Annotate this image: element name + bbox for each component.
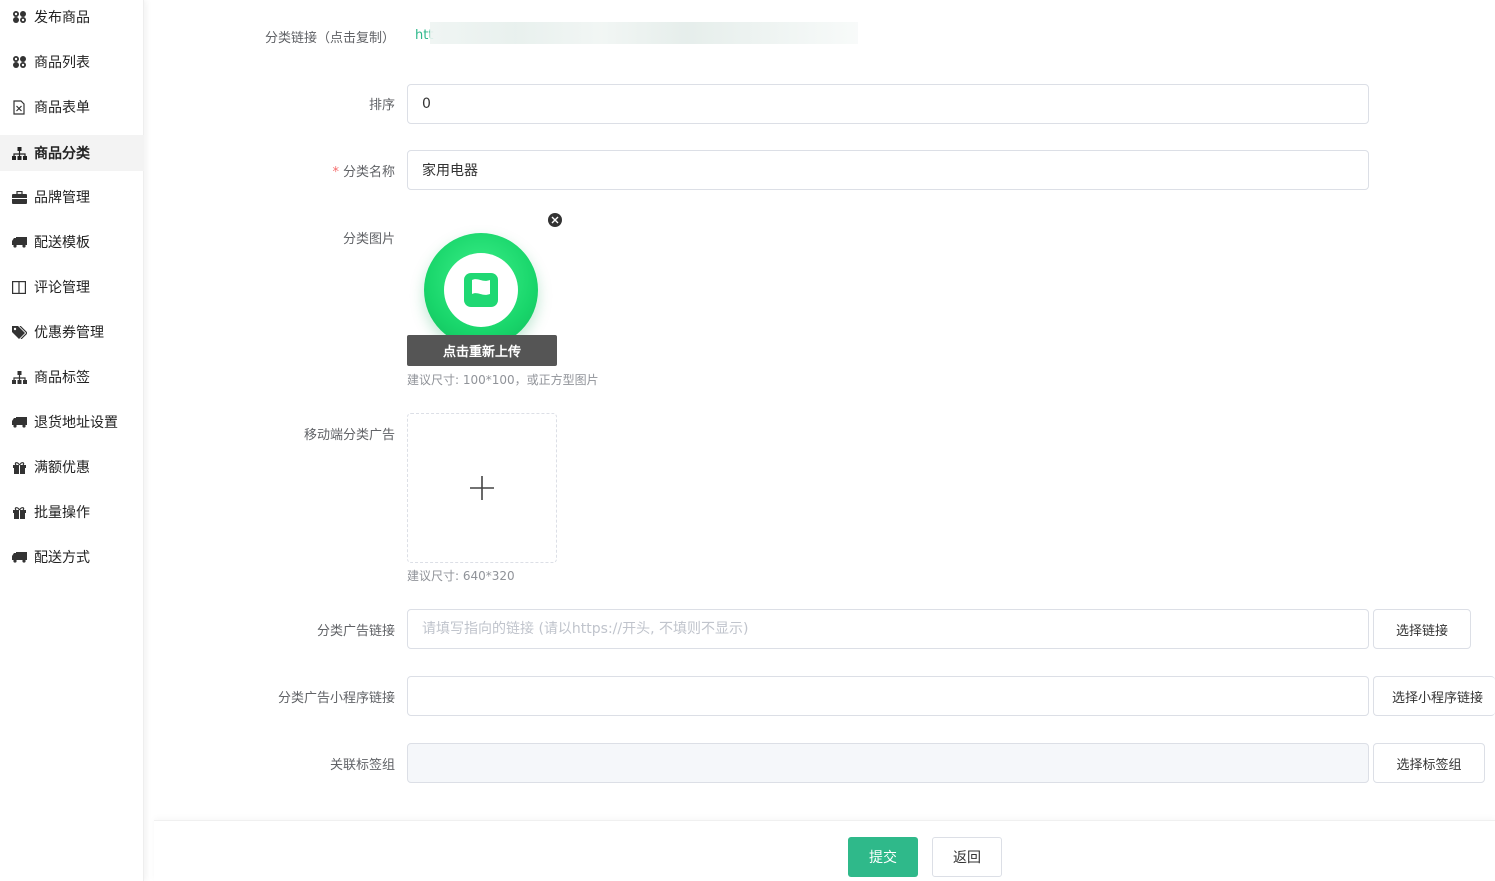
truck-icon	[11, 234, 27, 250]
sidebar-item-goods-category[interactable]: 商品分类	[0, 135, 144, 171]
sidebar-item-label: 发布商品	[34, 10, 90, 26]
flag-icon	[464, 273, 498, 307]
sidebar-item-delivery-template[interactable]: 配送模板	[0, 224, 144, 260]
sidebar-item-goods-tags[interactable]: 商品标签	[0, 359, 144, 395]
mobile-ad-label: 移动端分类广告	[303, 428, 395, 443]
select-mini-program-link-button[interactable]: 选择小程序链接	[1373, 676, 1495, 716]
required-mark: *	[332, 165, 339, 180]
sidebar-item-return-address[interactable]: 退货地址设置	[0, 404, 144, 440]
ad-link-input[interactable]	[407, 609, 1369, 649]
sidebar-item-publish-goods[interactable]: 发布商品	[0, 0, 144, 35]
sidebar-item-goods-form[interactable]: 商品表单	[0, 89, 144, 125]
category-image-hint: 建议尺寸: 100*100，或正方型图片	[407, 373, 599, 387]
cubes-icon	[11, 54, 27, 70]
category-image-preview	[424, 233, 538, 347]
sidebar-item-label: 评论管理	[34, 280, 90, 296]
sitemap-icon	[11, 145, 27, 161]
gift-icon	[11, 504, 27, 520]
sidebar-item-label: 商品分类	[34, 146, 90, 162]
sidebar-item-goods-list[interactable]: 商品列表	[0, 44, 144, 80]
ad-link-label: 分类广告链接	[316, 624, 395, 639]
sidebar: 发布商品 商品列表 商品表单 商品分类 品牌管理 配送模板 评论管理 优惠券管理…	[0, 0, 144, 881]
sidebar-item-comments[interactable]: 评论管理	[0, 269, 144, 305]
briefcase-icon	[11, 189, 27, 205]
sidebar-item-label: 批量操作	[34, 505, 90, 521]
truck-icon	[11, 549, 27, 565]
sidebar-item-label: 配送方式	[34, 550, 90, 566]
mobile-ad-hint: 建议尺寸: 640*320	[407, 569, 515, 583]
sidebar-item-label: 退货地址设置	[34, 415, 118, 431]
mobile-ad-upload[interactable]	[407, 413, 557, 563]
select-tag-group-button[interactable]: 选择标签组	[1373, 743, 1485, 783]
reupload-button[interactable]: 点击重新上传	[407, 335, 557, 366]
sidebar-item-label: 配送模板	[34, 235, 90, 251]
sidebar-item-batch-operation[interactable]: 批量操作	[0, 494, 144, 530]
columns-icon	[11, 279, 27, 295]
remove-image-icon[interactable]	[548, 213, 562, 227]
category-name-label: * 分类名称	[332, 161, 395, 180]
gift-icon	[11, 459, 27, 475]
submit-button[interactable]: 提交	[848, 837, 918, 877]
category-name-label-text: 分类名称	[342, 165, 395, 180]
sitemap-icon	[11, 369, 27, 385]
cubes-icon	[11, 9, 27, 25]
excel-file-icon	[11, 99, 27, 115]
category-link-label: 分类链接（点击复制）	[264, 31, 395, 46]
sidebar-item-label: 商品标签	[34, 370, 90, 386]
sidebar-item-full-discount[interactable]: 满额优惠	[0, 449, 144, 485]
truck-icon	[11, 414, 27, 430]
footer-bar	[154, 820, 1495, 881]
sidebar-item-coupons[interactable]: 优惠券管理	[0, 314, 144, 350]
tags-icon	[11, 324, 27, 340]
sidebar-item-delivery-method[interactable]: 配送方式	[0, 539, 144, 575]
tag-group-label: 关联标签组	[329, 758, 395, 773]
category-image-label: 分类图片	[342, 232, 395, 247]
category-image-upload[interactable]: 点击重新上传	[407, 213, 562, 366]
sidebar-item-label: 满额优惠	[34, 460, 90, 476]
category-name-input[interactable]	[407, 150, 1369, 190]
sort-label: 排序	[368, 98, 395, 113]
ad-mini-link-input[interactable]	[407, 676, 1369, 716]
select-link-button[interactable]: 选择链接	[1373, 609, 1471, 649]
plus-icon	[470, 476, 494, 500]
sidebar-item-brand[interactable]: 品牌管理	[0, 179, 144, 215]
category-link-blurred[interactable]	[430, 22, 858, 44]
sidebar-item-label: 商品列表	[34, 55, 90, 71]
back-button[interactable]: 返回	[932, 837, 1002, 877]
tag-group-input[interactable]	[407, 743, 1369, 783]
sort-input[interactable]	[407, 84, 1369, 124]
sidebar-item-label: 品牌管理	[34, 190, 90, 206]
sidebar-item-label: 优惠券管理	[34, 325, 104, 341]
ad-mini-link-label: 分类广告小程序链接	[277, 691, 395, 706]
sidebar-item-label: 商品表单	[34, 100, 90, 116]
